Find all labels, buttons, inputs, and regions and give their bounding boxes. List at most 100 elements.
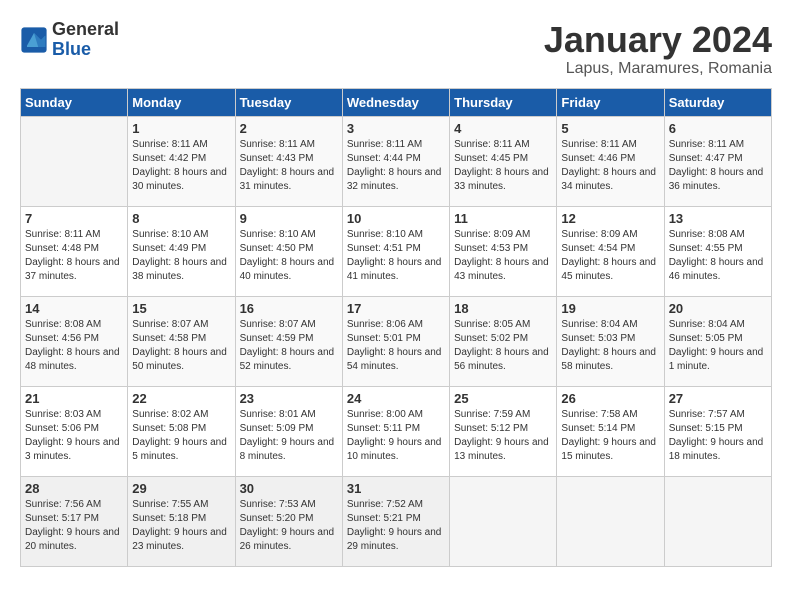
day-info: Sunrise: 7:56 AM Sunset: 5:17 PM Dayligh… — [25, 498, 123, 554]
day-number: 8 — [132, 211, 230, 226]
day-info: Sunrise: 7:55 AM Sunset: 5:18 PM Dayligh… — [132, 498, 230, 554]
calendar-cell: 16 Sunrise: 8:07 AM Sunset: 4:59 PM Dayli… — [235, 296, 342, 386]
day-number: 18 — [454, 301, 552, 316]
day-info: Sunrise: 8:04 AM Sunset: 5:03 PM Dayligh… — [561, 318, 659, 374]
calendar-cell: 18 Sunrise: 8:05 AM Sunset: 5:02 PM Dayli… — [450, 296, 557, 386]
calendar-cell: 4 Sunrise: 8:11 AM Sunset: 4:45 PM Daylig… — [450, 116, 557, 206]
day-info: Sunrise: 8:05 AM Sunset: 5:02 PM Dayligh… — [454, 318, 552, 374]
day-number: 29 — [132, 481, 230, 496]
weekday-header: Saturday — [664, 88, 771, 116]
calendar-title: January 2024 — [544, 20, 772, 60]
logo-icon — [20, 26, 48, 54]
day-info: Sunrise: 7:58 AM Sunset: 5:14 PM Dayligh… — [561, 408, 659, 464]
calendar-cell: 19 Sunrise: 8:04 AM Sunset: 5:03 PM Dayli… — [557, 296, 664, 386]
calendar-cell: 6 Sunrise: 8:11 AM Sunset: 4:47 PM Daylig… — [664, 116, 771, 206]
logo-text: General Blue — [52, 20, 119, 60]
day-number: 14 — [25, 301, 123, 316]
day-info: Sunrise: 7:52 AM Sunset: 5:21 PM Dayligh… — [347, 498, 445, 554]
day-info: Sunrise: 8:01 AM Sunset: 5:09 PM Dayligh… — [240, 408, 338, 464]
calendar-subtitle: Lapus, Maramures, Romania — [544, 60, 772, 78]
calendar-cell: 3Sunrise: 8:11 AM Sunset: 4:44 PM Daylig… — [342, 116, 449, 206]
day-number: 26 — [561, 391, 659, 406]
day-info: Sunrise: 7:59 AM Sunset: 5:12 PM Dayligh… — [454, 408, 552, 464]
page-header: General Blue January 2024 Lapus, Maramur… — [20, 20, 772, 78]
weekday-header: Sunday — [21, 88, 128, 116]
day-info: Sunrise: 8:04 AM Sunset: 5:05 PM Dayligh… — [669, 318, 767, 374]
day-info: Sunrise: 8:11 AM Sunset: 4:48 PM Dayligh… — [25, 228, 123, 284]
weekday-header: Tuesday — [235, 88, 342, 116]
calendar-cell: 8 Sunrise: 8:10 AM Sunset: 4:49 PM Daylig… — [128, 206, 235, 296]
calendar-cell — [21, 116, 128, 206]
day-info: Sunrise: 8:11 AM Sunset: 4:42 PM Dayligh… — [132, 138, 230, 194]
calendar-cell: 28 Sunrise: 7:56 AM Sunset: 5:17 PM Dayli… — [21, 476, 128, 566]
day-info: Sunrise: 8:07 AM Sunset: 4:59 PM Dayligh… — [240, 318, 338, 374]
day-info: Sunrise: 8:11 AM Sunset: 4:43 PM Dayligh… — [240, 138, 338, 194]
calendar-cell: 12 Sunrise: 8:09 AM Sunset: 4:54 PM Dayli… — [557, 206, 664, 296]
day-info: Sunrise: 8:09 AM Sunset: 4:54 PM Dayligh… — [561, 228, 659, 284]
calendar-cell: 13 Sunrise: 8:08 AM Sunset: 4:55 PM Dayli… — [664, 206, 771, 296]
weekday-header: Wednesday — [342, 88, 449, 116]
day-info: Sunrise: 8:07 AM Sunset: 4:58 PM Dayligh… — [132, 318, 230, 374]
logo: General Blue — [20, 20, 119, 60]
day-number: 21 — [25, 391, 123, 406]
day-number: 16 — [240, 301, 338, 316]
calendar-cell — [450, 476, 557, 566]
day-number: 2 — [240, 121, 338, 136]
weekday-header: Friday — [557, 88, 664, 116]
day-info: Sunrise: 8:00 AM Sunset: 5:11 PM Dayligh… — [347, 408, 445, 464]
day-info: Sunrise: 7:53 AM Sunset: 5:20 PM Dayligh… — [240, 498, 338, 554]
day-info: Sunrise: 8:09 AM Sunset: 4:53 PM Dayligh… — [454, 228, 552, 284]
day-info: Sunrise: 8:06 AM Sunset: 5:01 PM Dayligh… — [347, 318, 445, 374]
day-number: 6 — [669, 121, 767, 136]
calendar-cell: 14 Sunrise: 8:08 AM Sunset: 4:56 PM Dayli… — [21, 296, 128, 386]
weekday-header: Thursday — [450, 88, 557, 116]
calendar-week-row: 7Sunrise: 8:11 AM Sunset: 4:48 PM Daylig… — [21, 206, 772, 296]
day-info: Sunrise: 8:11 AM Sunset: 4:46 PM Dayligh… — [561, 138, 659, 194]
calendar-week-row: 14 Sunrise: 8:08 AM Sunset: 4:56 PM Dayli… — [21, 296, 772, 386]
calendar-week-row: 28 Sunrise: 7:56 AM Sunset: 5:17 PM Dayli… — [21, 476, 772, 566]
calendar-cell: 20 Sunrise: 8:04 AM Sunset: 5:05 PM Dayli… — [664, 296, 771, 386]
calendar-cell: 30Sunrise: 7:53 AM Sunset: 5:20 PM Dayli… — [235, 476, 342, 566]
day-number: 24 — [347, 391, 445, 406]
day-info: Sunrise: 8:08 AM Sunset: 4:56 PM Dayligh… — [25, 318, 123, 374]
calendar-cell: 26 Sunrise: 7:58 AM Sunset: 5:14 PM Dayli… — [557, 386, 664, 476]
calendar-week-row: 21 Sunrise: 8:03 AM Sunset: 5:06 PM Dayli… — [21, 386, 772, 476]
day-number: 28 — [25, 481, 123, 496]
calendar-cell: 31Sunrise: 7:52 AM Sunset: 5:21 PM Dayli… — [342, 476, 449, 566]
calendar-cell: 17 Sunrise: 8:06 AM Sunset: 5:01 PM Dayli… — [342, 296, 449, 386]
day-info: Sunrise: 7:57 AM Sunset: 5:15 PM Dayligh… — [669, 408, 767, 464]
day-number: 15 — [132, 301, 230, 316]
calendar-week-row: 1Sunrise: 8:11 AM Sunset: 4:42 PM Daylig… — [21, 116, 772, 206]
day-number: 12 — [561, 211, 659, 226]
calendar-table: SundayMondayTuesdayWednesdayThursdayFrid… — [20, 88, 772, 567]
calendar-cell: 29 Sunrise: 7:55 AM Sunset: 5:18 PM Dayli… — [128, 476, 235, 566]
day-info: Sunrise: 8:08 AM Sunset: 4:55 PM Dayligh… — [669, 228, 767, 284]
day-number: 25 — [454, 391, 552, 406]
calendar-cell: 22 Sunrise: 8:02 AM Sunset: 5:08 PM Dayli… — [128, 386, 235, 476]
day-info: Sunrise: 8:02 AM Sunset: 5:08 PM Dayligh… — [132, 408, 230, 464]
calendar-cell: 23Sunrise: 8:01 AM Sunset: 5:09 PM Dayli… — [235, 386, 342, 476]
day-info: Sunrise: 8:10 AM Sunset: 4:49 PM Dayligh… — [132, 228, 230, 284]
calendar-cell: 10Sunrise: 8:10 AM Sunset: 4:51 PM Dayli… — [342, 206, 449, 296]
calendar-cell: 25 Sunrise: 7:59 AM Sunset: 5:12 PM Dayli… — [450, 386, 557, 476]
day-number: 5 — [561, 121, 659, 136]
day-number: 22 — [132, 391, 230, 406]
day-number: 10 — [347, 211, 445, 226]
weekday-header-row: SundayMondayTuesdayWednesdayThursdayFrid… — [21, 88, 772, 116]
calendar-cell — [557, 476, 664, 566]
day-number: 20 — [669, 301, 767, 316]
day-number: 17 — [347, 301, 445, 316]
calendar-cell: 7Sunrise: 8:11 AM Sunset: 4:48 PM Daylig… — [21, 206, 128, 296]
day-number: 3 — [347, 121, 445, 136]
day-info: Sunrise: 8:11 AM Sunset: 4:45 PM Dayligh… — [454, 138, 552, 194]
day-number: 13 — [669, 211, 767, 226]
day-info: Sunrise: 8:03 AM Sunset: 5:06 PM Dayligh… — [25, 408, 123, 464]
day-number: 4 — [454, 121, 552, 136]
calendar-cell: 9Sunrise: 8:10 AM Sunset: 4:50 PM Daylig… — [235, 206, 342, 296]
calendar-cell: 11 Sunrise: 8:09 AM Sunset: 4:53 PM Dayli… — [450, 206, 557, 296]
day-info: Sunrise: 8:11 AM Sunset: 4:47 PM Dayligh… — [669, 138, 767, 194]
day-number: 11 — [454, 211, 552, 226]
calendar-cell: 5 Sunrise: 8:11 AM Sunset: 4:46 PM Daylig… — [557, 116, 664, 206]
day-number: 19 — [561, 301, 659, 316]
calendar-cell: 21 Sunrise: 8:03 AM Sunset: 5:06 PM Dayli… — [21, 386, 128, 476]
